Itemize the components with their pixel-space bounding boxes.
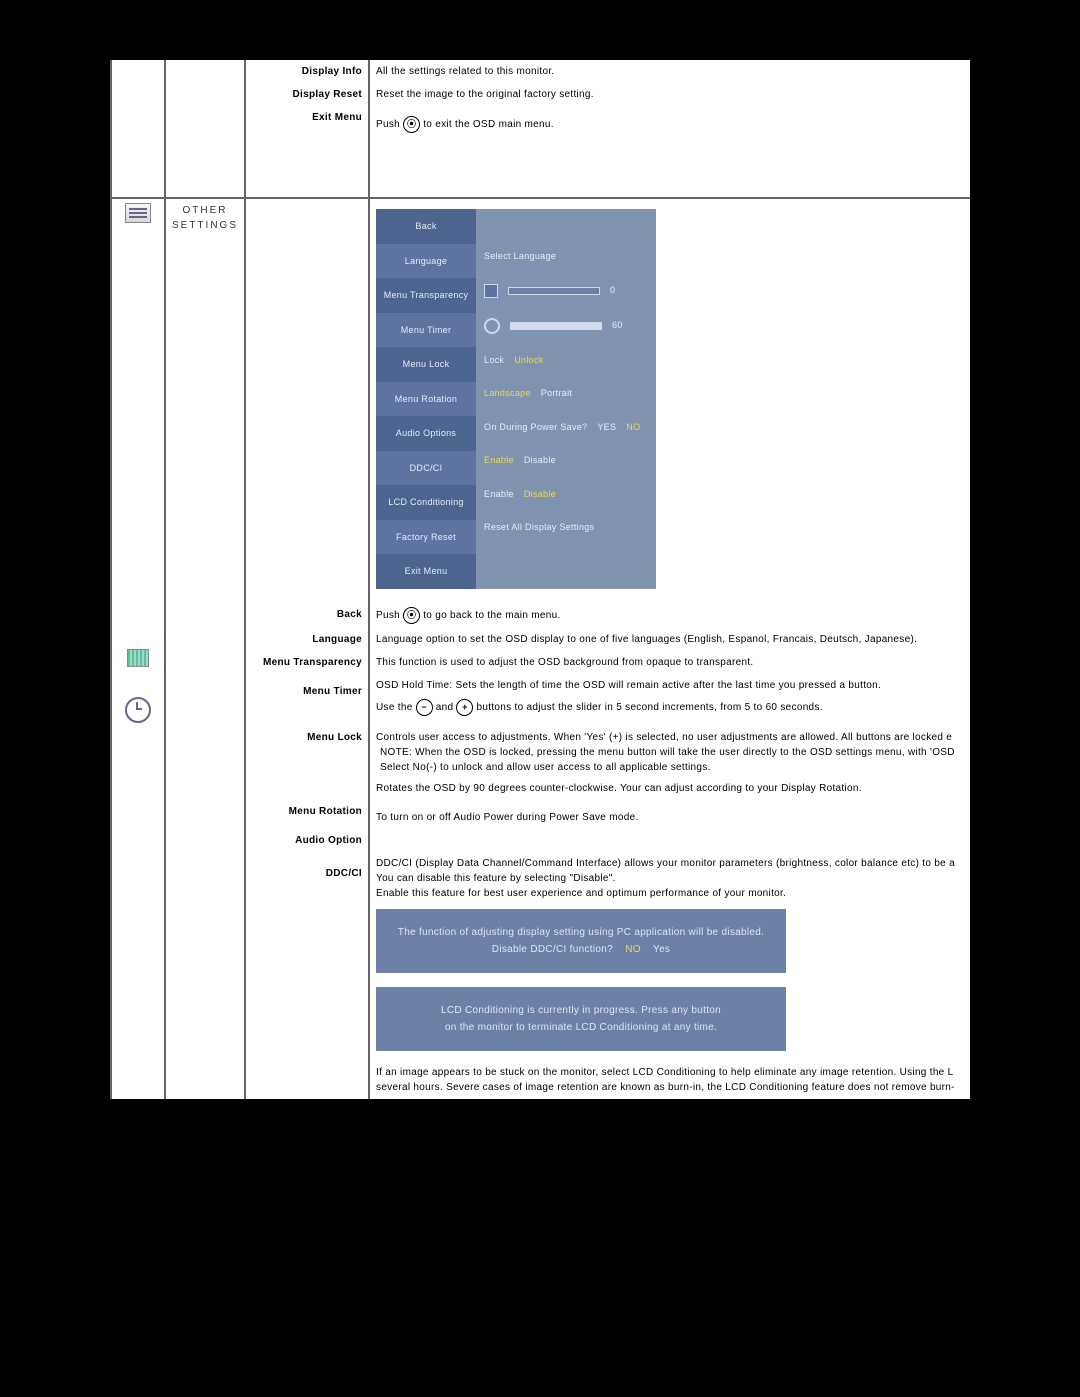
osd-audio: Audio Options xyxy=(376,416,476,451)
ddcci-banner: The function of adjusting display settin… xyxy=(376,909,786,973)
ddcci-line1: DDC/CI (Display Data Channel/Command Int… xyxy=(376,856,964,871)
timer-slider xyxy=(510,322,602,330)
osd-lcdc: LCD Conditioning xyxy=(376,485,476,520)
osd-select-language: Select Language xyxy=(484,250,556,264)
rotation-a: Landscape xyxy=(484,387,531,401)
banner2-line2: on the monitor to terminate LCD Conditio… xyxy=(396,1020,766,1035)
lcdc-a: Enable xyxy=(484,488,514,502)
settings-table: Display Info All the settings related to… xyxy=(112,60,970,1099)
transparency-value: 0 xyxy=(610,284,615,298)
banner1-line1: The function of adjusting display settin… xyxy=(396,925,766,940)
osd-screenshot: Back Language Menu Transparency Menu Tim… xyxy=(376,209,656,589)
lcdc-line2: several hours. Severe cases of image ret… xyxy=(376,1080,964,1095)
clock-icon xyxy=(125,697,151,723)
osd-lock: Menu Lock xyxy=(376,347,476,382)
lock-note: NOTE: When the OSD is locked, pressing t… xyxy=(376,745,964,775)
minus-button-icon: − xyxy=(416,699,433,716)
osd-language: Language xyxy=(376,244,476,279)
timer-line2-post: buttons to adjust the slider in 5 second… xyxy=(477,702,823,713)
timer-line2-pre: Use the xyxy=(376,702,416,713)
factory-label: Reset All Display Settings xyxy=(484,521,594,535)
display-info-desc: All the settings related to this monitor… xyxy=(376,66,555,77)
osd-factory: Factory Reset xyxy=(376,520,476,555)
timer-value: 60 xyxy=(612,319,623,333)
audio-no: NO xyxy=(626,421,640,435)
lock-line1: Controls user access to adjustments. Whe… xyxy=(376,730,964,745)
exit-menu-desc-pre: Push xyxy=(376,119,403,130)
audio-yes: YES xyxy=(597,421,616,435)
lcdc-b: Disable xyxy=(524,488,556,502)
language-desc: Language option to set the OSD display t… xyxy=(376,634,917,645)
display-reset-desc: Reset the image to the original factory … xyxy=(376,89,594,100)
ddcci-line3: Enable this feature for best user experi… xyxy=(376,886,964,901)
transparency-slider xyxy=(508,287,600,295)
banner1-no: NO xyxy=(625,944,641,955)
osd-rotation: Menu Rotation xyxy=(376,382,476,417)
display-reset-label: Display Reset xyxy=(293,89,363,100)
timer-line1: OSD Hold Time: Sets the length of time t… xyxy=(376,678,964,693)
ddcci-a: Enable xyxy=(484,454,514,468)
timer-label: Menu Timer xyxy=(303,686,362,697)
settings-icon xyxy=(125,203,151,223)
osd-timer: Menu Timer xyxy=(376,313,476,348)
transparency-mini-icon xyxy=(484,284,498,298)
ddcci-label: DDC/CI xyxy=(326,868,362,879)
timer-mini-icon xyxy=(484,318,500,334)
timer-line2-mid: and xyxy=(436,702,457,713)
lcdc-line1: If an image appears to be stuck on the m… xyxy=(376,1065,964,1080)
lock-b: Unlock xyxy=(514,354,543,368)
ddcci-b: Disable xyxy=(524,454,556,468)
banner1-line2-label: Disable DDC/CI function? xyxy=(492,944,613,955)
display-info-label: Display Info xyxy=(302,66,362,77)
rotation-b: Portrait xyxy=(541,387,572,401)
transparency-desc: This function is used to adjust the OSD … xyxy=(376,657,754,668)
back-label: Back xyxy=(337,609,362,620)
audio-label-row: Audio Option xyxy=(295,835,362,846)
transparency-label: Menu Transparency xyxy=(263,657,362,668)
lock-a: Lock xyxy=(484,354,504,368)
back-desc-post: to go back to the main menu. xyxy=(423,610,560,621)
osd-exit: Exit Menu xyxy=(376,554,476,589)
plus-button-icon: + xyxy=(456,699,473,716)
osd-ddcci: DDC/CI xyxy=(376,451,476,486)
exit-menu-label: Exit Menu xyxy=(312,112,362,123)
banner1-yes: Yes xyxy=(653,944,670,955)
rotation-label: Menu Rotation xyxy=(289,806,362,817)
lock-line3: Rotates the OSD by 90 degrees counter-cl… xyxy=(376,781,964,796)
menu-button-icon: ⦿ xyxy=(403,116,420,133)
exit-menu-desc-post: to exit the OSD main menu. xyxy=(423,119,554,130)
lock-label: Menu Lock xyxy=(307,732,362,743)
osd-transparency: Menu Transparency xyxy=(376,278,476,313)
audio-label: On During Power Save? xyxy=(484,421,587,435)
osd-back: Back xyxy=(376,209,476,244)
menu-button-icon: ⦿ xyxy=(403,607,420,624)
rotation-desc: To turn on or off Audio Power during Pow… xyxy=(376,810,964,825)
lcdc-banner: LCD Conditioning is currently in progres… xyxy=(376,987,786,1051)
ddcci-line2: You can disable this feature by selectin… xyxy=(376,871,964,886)
language-label: Language xyxy=(312,634,362,645)
banner2-line1: LCD Conditioning is currently in progres… xyxy=(396,1003,766,1018)
section-title: OTHER SETTINGS xyxy=(172,203,238,233)
transparency-icon xyxy=(127,649,149,667)
back-desc-pre: Push xyxy=(376,610,403,621)
